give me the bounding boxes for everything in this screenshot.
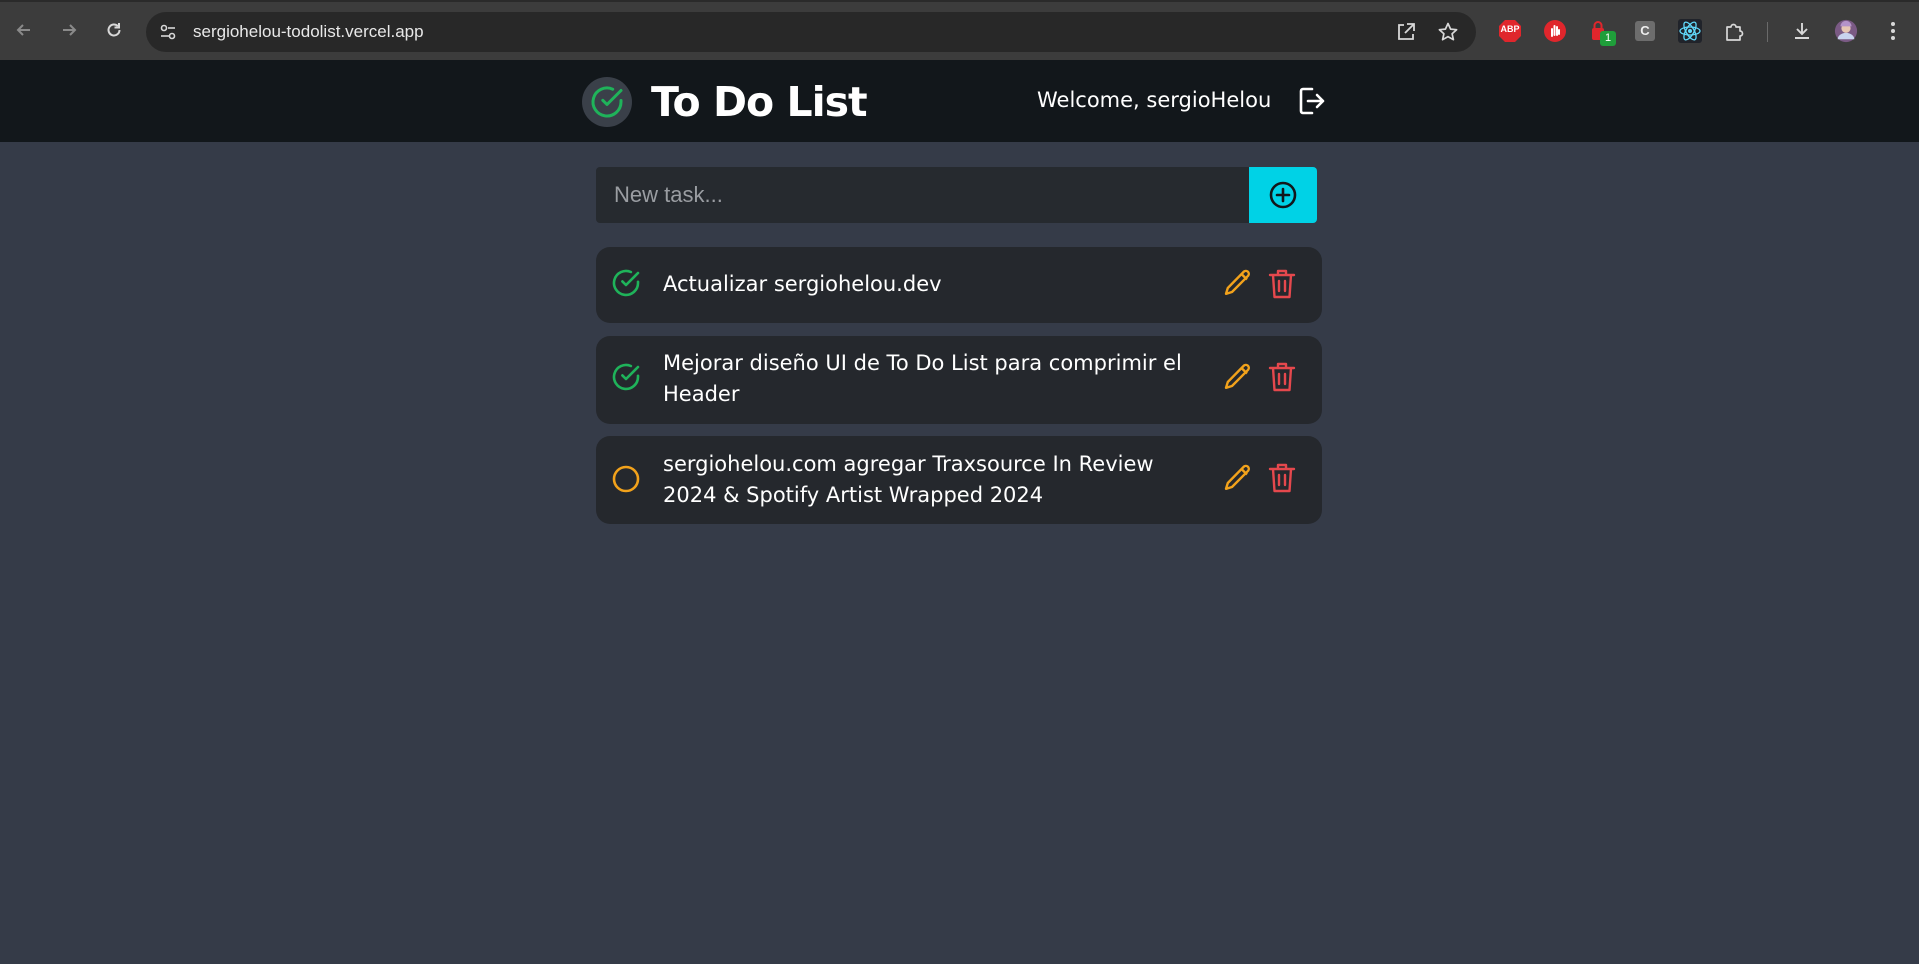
- check-circle-icon: [591, 86, 623, 118]
- reload-icon: [107, 23, 121, 37]
- task-text: Mejorar diseño UI de To Do List para com…: [663, 351, 1182, 406]
- completed-check-icon[interactable]: [611, 268, 641, 298]
- reload-button[interactable]: [100, 16, 128, 44]
- back-button[interactable]: [10, 16, 38, 44]
- task-item: Mejorar diseño UI de To Do List para com…: [596, 336, 1322, 424]
- logout-icon[interactable]: [1298, 86, 1326, 116]
- trash-icon[interactable]: [1268, 361, 1296, 393]
- new-task-form: [596, 167, 1317, 223]
- chrome-menu-icon[interactable]: [1881, 19, 1905, 43]
- adblock-label: ABP: [1500, 24, 1520, 34]
- browser-toolbar: sergiohelou-todolist.vercel.app ABP 1 C: [0, 0, 1919, 60]
- arrow-right-icon: [63, 24, 77, 36]
- open-in-app-icon[interactable]: [1395, 21, 1417, 43]
- adblock-plus-icon[interactable]: ABP: [1498, 19, 1522, 43]
- task-item: sergiohelou.com agregar Traxsource In Re…: [596, 436, 1322, 524]
- add-task-button[interactable]: [1249, 167, 1317, 223]
- app-header: To Do List Welcome, sergioHelou: [0, 60, 1919, 142]
- puzzle-icon[interactable]: [1723, 19, 1747, 43]
- lock-badge-icon[interactable]: 1: [1588, 19, 1616, 46]
- url-text[interactable]: sergiohelou-todolist.vercel.app: [193, 22, 424, 42]
- pencil-icon[interactable]: [1223, 362, 1253, 392]
- trash-icon[interactable]: [1268, 462, 1296, 494]
- downloads-icon[interactable]: [1790, 19, 1814, 43]
- arrow-left-icon: [16, 24, 30, 36]
- bookmark-star-icon[interactable]: [1437, 21, 1459, 43]
- extension-badge: 1: [1600, 31, 1616, 46]
- react-devtools-icon[interactable]: [1678, 19, 1702, 43]
- trash-icon[interactable]: [1268, 268, 1296, 300]
- stop-hand-icon[interactable]: [1543, 19, 1567, 43]
- forward-button[interactable]: [55, 16, 83, 44]
- plus-circle-icon: [1269, 181, 1297, 209]
- completed-check-icon[interactable]: [611, 362, 641, 392]
- profile-avatar[interactable]: [1834, 19, 1858, 43]
- toolbar-divider: [1767, 22, 1768, 42]
- task-item: Actualizar sergiohelou.dev: [596, 247, 1322, 323]
- welcome-message: Welcome, sergioHelou: [1037, 88, 1272, 112]
- task-text: Actualizar sergiohelou.dev: [663, 272, 942, 296]
- c-extension-icon[interactable]: C: [1633, 19, 1657, 43]
- address-bar[interactable]: sergiohelou-todolist.vercel.app: [146, 12, 1476, 52]
- pending-circle-icon[interactable]: [611, 464, 641, 494]
- pencil-icon[interactable]: [1223, 268, 1253, 298]
- new-task-input[interactable]: [596, 167, 1249, 223]
- c-extension-label: C: [1635, 21, 1655, 41]
- site-settings-icon[interactable]: [158, 22, 178, 42]
- app-logo: [582, 77, 632, 127]
- task-text: sergiohelou.com agregar Traxsource In Re…: [663, 452, 1154, 507]
- app-title: To Do List: [651, 78, 868, 126]
- pencil-icon[interactable]: [1223, 463, 1253, 493]
